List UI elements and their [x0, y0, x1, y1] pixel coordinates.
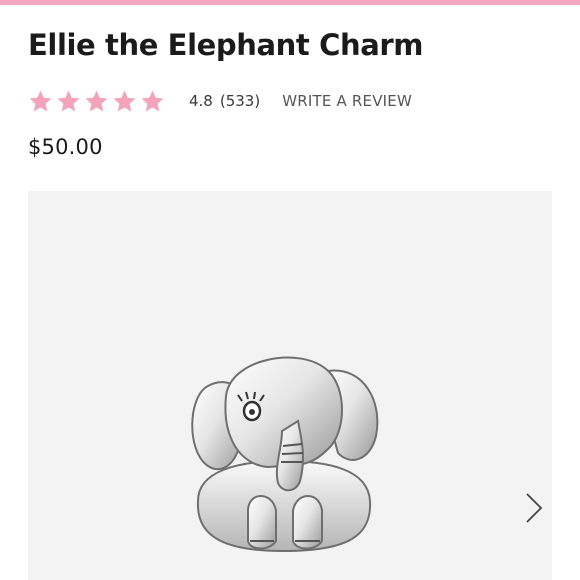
star-icon [141, 90, 164, 111]
star-icon [85, 90, 108, 111]
chevron-right-icon[interactable] [524, 491, 544, 525]
rating-value: 4.8 [189, 92, 213, 110]
product-image-gallery[interactable] [28, 191, 552, 580]
product-title: Ellie the Elephant Charm [28, 28, 424, 62]
review-count[interactable]: (533) [220, 92, 260, 110]
star-icon [113, 90, 136, 111]
top-accent-bar [0, 0, 580, 5]
elephant-charm-image [191, 356, 379, 553]
star-icon [57, 90, 80, 111]
star-icon [29, 90, 52, 111]
rating-row: 4.8 (533) WRITE A REVIEW [28, 86, 412, 116]
rating-stars[interactable] [28, 89, 165, 114]
write-review-link[interactable]: WRITE A REVIEW [282, 92, 412, 110]
product-price: $50.00 [28, 135, 103, 159]
